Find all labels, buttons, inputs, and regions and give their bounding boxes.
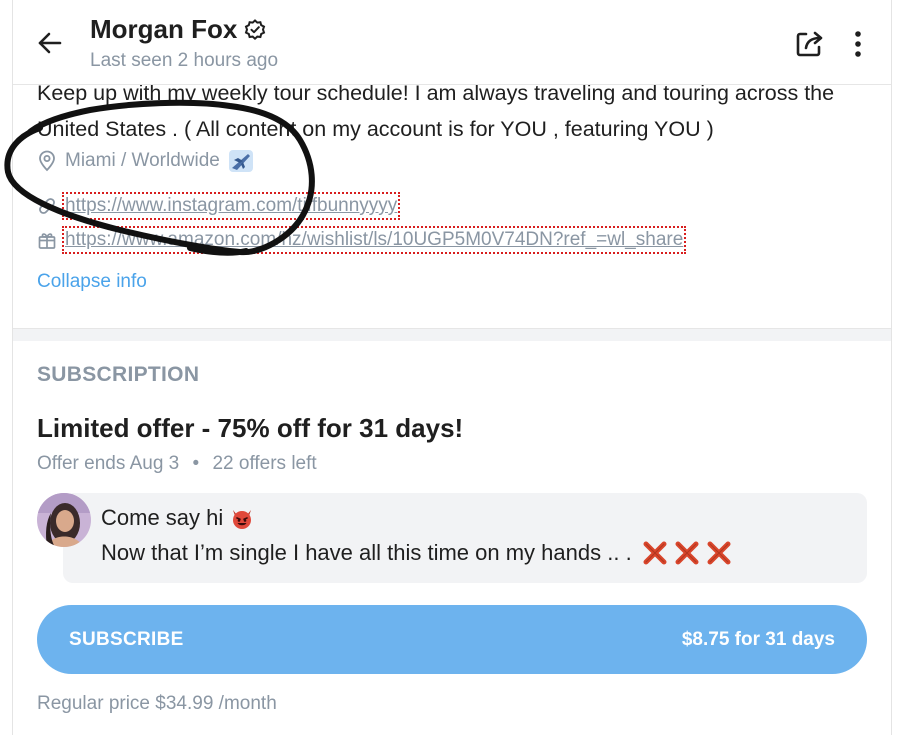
avatar[interactable] [37,493,91,547]
location-text: Miami / Worldwide [65,150,220,171]
regular-price-text: Regular price $34.99 /month [37,693,277,714]
offers-left-text: 22 offers left [212,453,317,474]
cross-mark-emoji-icon [675,541,699,565]
profile-bio: Keep up with my weekly tour schedule! I … [37,81,835,141]
airplane-emoji-icon [228,150,253,172]
message-line-2: Now that I’m single I have all this time… [101,540,738,566]
message-line-1: Come say hi [101,505,255,531]
wishlist-link[interactable]: https://www.amazon.com/hz/wishlist/ls/10… [61,226,687,254]
cross-mark-emoji-icon [707,541,731,565]
offer-separator: • [192,453,200,474]
offer-meta: Offer ends Aug 3 • 22 offers left [37,453,317,475]
profile-name: Morgan Fox [90,14,238,44]
more-vertical-icon[interactable] [848,28,868,60]
frame-border-right [891,0,892,735]
message-greeting: Come say hi [101,505,224,530]
subscription-section-title: SUBSCRIPTION [37,363,200,386]
last-seen-status: Last seen 2 hours ago [90,50,279,71]
link-icon [39,198,55,214]
wishlist-link-row: https://www.amazon.com/hz/wishlist/ls/10… [37,226,687,254]
instagram-link-row: https://www.instagram.com/tiffbunnyyyy [37,192,401,220]
frame-border-left [12,0,13,735]
subscribe-label: SUBSCRIBE [69,629,184,650]
subscribe-button[interactable]: SUBSCRIBE $8.75 for 31 days [37,605,867,674]
gift-icon [38,233,56,249]
location-row: Miami / Worldwide [37,147,262,175]
collapse-info-link[interactable]: Collapse info [37,271,147,293]
cross-marks [642,540,738,566]
share-icon[interactable] [793,26,827,60]
section-divider [13,328,891,341]
instagram-link[interactable]: https://www.instagram.com/tiffbunnyyyy [61,192,401,220]
cross-mark-emoji-icon [643,541,667,565]
subscribe-price: $8.75 for 31 days [681,629,835,650]
location-pin-icon [39,150,55,172]
offer-title: Limited offer - 75% off for 31 days! [37,413,464,443]
verified-badge-icon [244,19,266,41]
message-body: Now that I’m single I have all this time… [101,540,632,565]
back-arrow-icon[interactable] [35,28,65,58]
smiling-devil-emoji-icon [233,510,252,529]
profile-header: Morgan Fox Last seen 2 hours ago [13,0,891,85]
offer-ends-text: Offer ends Aug 3 [37,453,180,474]
